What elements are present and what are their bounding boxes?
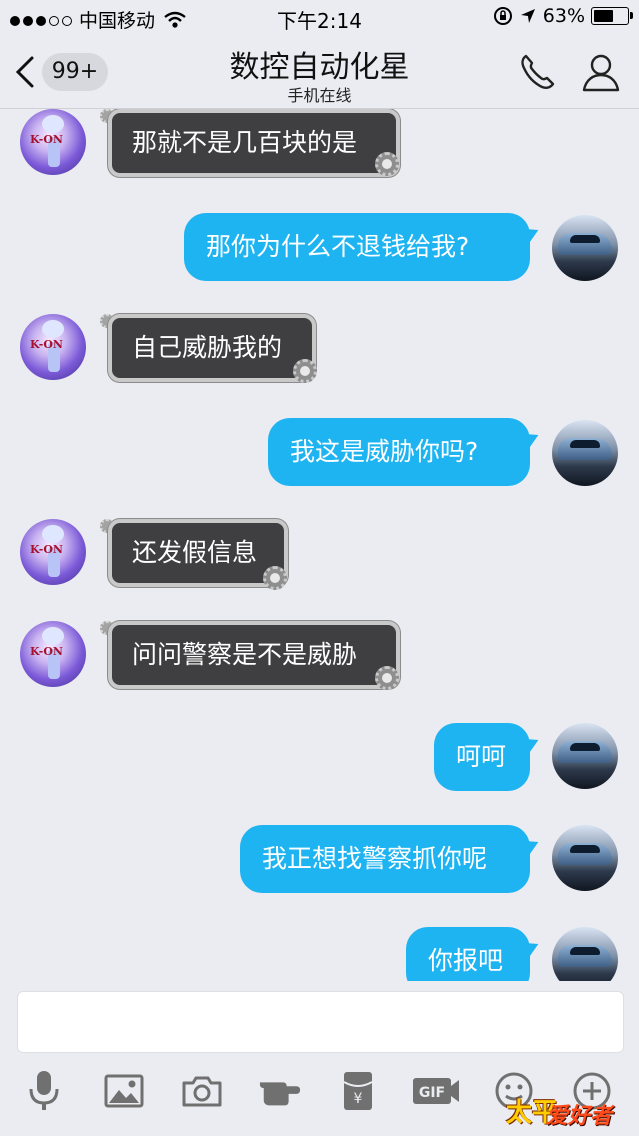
incoming-message-bubble[interactable]: 自己威胁我的 xyxy=(108,314,316,382)
incoming-message-bubble[interactable]: 那就不是几百块的是 xyxy=(108,109,400,177)
my-avatar[interactable] xyxy=(552,825,618,891)
battery-icon xyxy=(591,7,633,25)
red-packet-icon: ¥ xyxy=(343,1072,373,1110)
gear-decoration-icon xyxy=(372,149,402,179)
status-bar: 中国移动 下午2:14 63% xyxy=(0,0,639,36)
pointing-hand-icon xyxy=(259,1082,301,1106)
my-avatar[interactable] xyxy=(552,420,618,486)
yuan-symbol: ¥ xyxy=(354,1091,363,1107)
gif-label: GIF xyxy=(419,1085,445,1101)
message-list[interactable]: K-ON 那就不是几百块的是 那你为什么不退钱给我? K-ON 自己威胁我的 我… xyxy=(0,109,639,981)
battery-percent: 63% xyxy=(542,5,585,27)
battery-fill xyxy=(594,10,613,22)
outgoing-message-bubble[interactable]: 我这是威胁你吗? xyxy=(268,418,530,486)
my-avatar[interactable] xyxy=(552,927,618,981)
my-avatar[interactable] xyxy=(552,215,618,281)
contact-avatar[interactable]: K-ON xyxy=(20,109,86,175)
message-input[interactable] xyxy=(17,991,624,1053)
image-icon xyxy=(104,1074,144,1108)
incoming-message-bubble[interactable]: 问问警察是不是威胁 xyxy=(108,621,400,689)
contact-avatar[interactable]: K-ON xyxy=(20,519,86,585)
gif-icon: GIF xyxy=(413,1078,459,1104)
phone-call-icon[interactable] xyxy=(516,50,560,94)
contact-profile-icon[interactable] xyxy=(580,50,622,94)
gear-decoration-icon xyxy=(260,563,290,593)
my-avatar[interactable] xyxy=(552,723,618,789)
chat-header: 99+ 数控自动化星 手机在线 xyxy=(0,36,639,109)
voice-input-button[interactable] xyxy=(22,1069,66,1113)
outgoing-message-bubble[interactable]: 那你为什么不退钱给我? xyxy=(184,213,530,281)
status-right: 63% xyxy=(493,5,633,27)
outgoing-message-bubble[interactable]: 我正想找警察抓你呢 xyxy=(240,825,530,893)
red-packet-button[interactable]: ¥ xyxy=(336,1069,380,1113)
contact-avatar[interactable]: K-ON xyxy=(20,314,86,380)
location-arrow-icon xyxy=(520,9,535,23)
outgoing-message-bubble[interactable]: 呵呵 xyxy=(434,723,530,791)
photo-album-button[interactable] xyxy=(102,1069,146,1113)
camera-button[interactable] xyxy=(180,1069,224,1113)
microphone-icon xyxy=(29,1071,59,1110)
gif-button[interactable]: GIF xyxy=(410,1069,462,1113)
gear-decoration-icon xyxy=(372,663,402,693)
gear-decoration-icon xyxy=(290,356,320,386)
outgoing-message-bubble[interactable]: 你报吧 xyxy=(406,927,530,981)
poke-button[interactable] xyxy=(258,1069,302,1113)
site-watermark-logo: 太平 爱好者 xyxy=(506,1098,613,1129)
rotation-lock-icon xyxy=(493,7,512,25)
camera-icon xyxy=(182,1076,222,1107)
contact-avatar[interactable]: K-ON xyxy=(20,621,86,687)
